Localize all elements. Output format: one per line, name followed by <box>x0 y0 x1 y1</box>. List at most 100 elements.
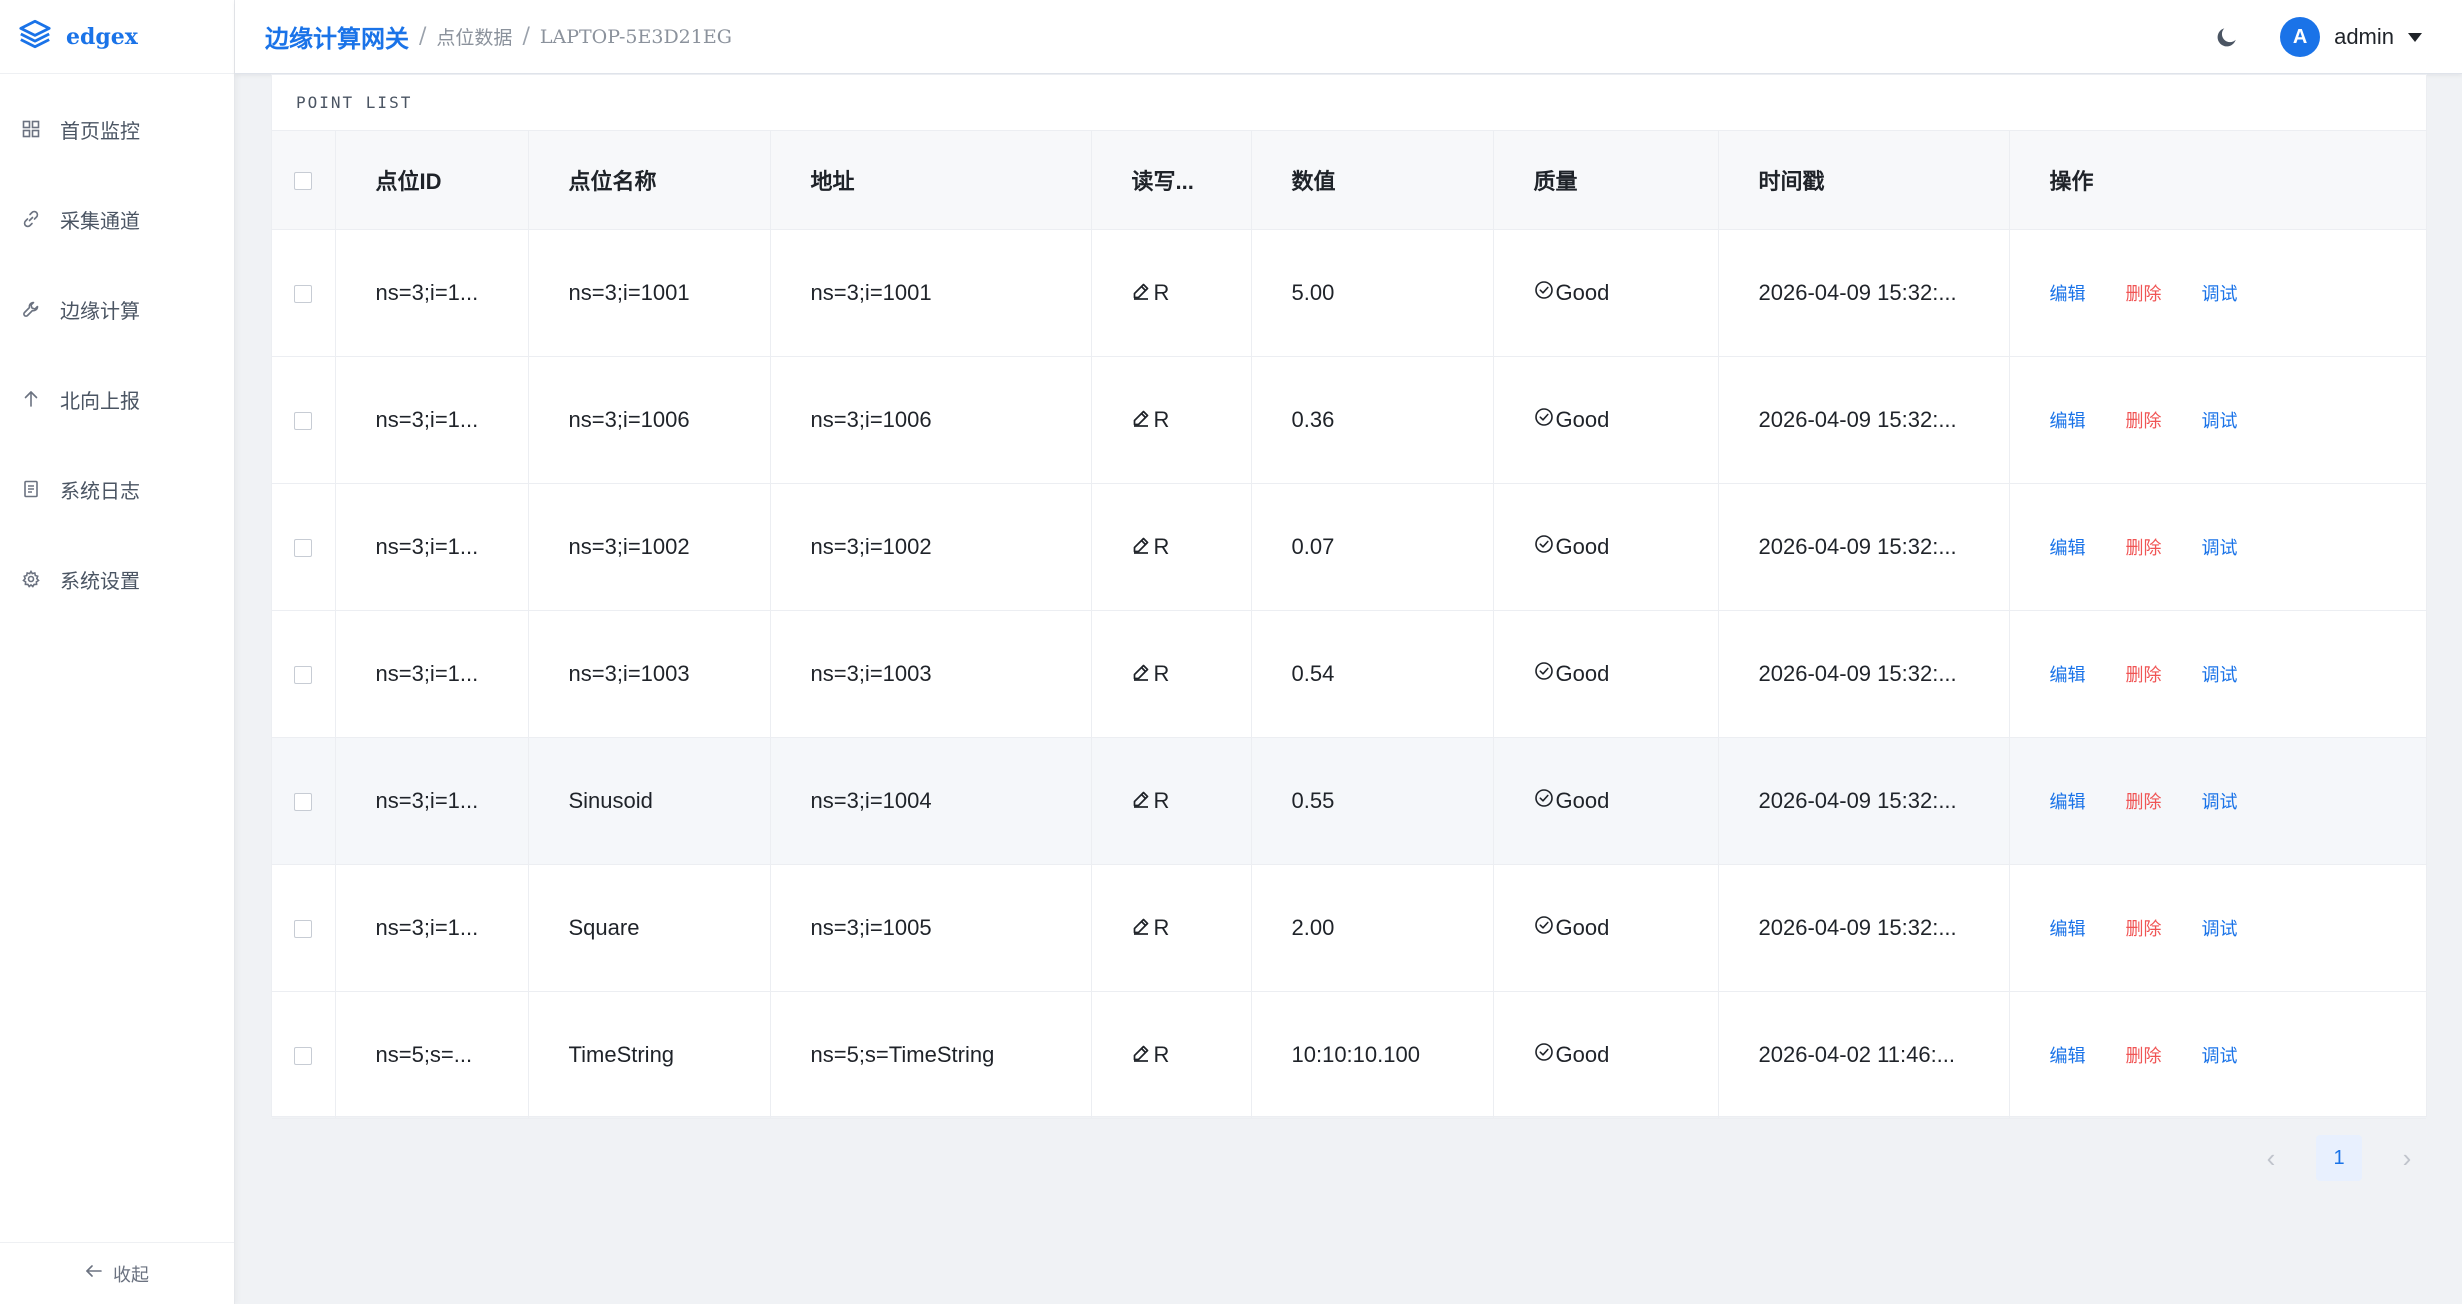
page-number[interactable]: 1 <box>2316 1135 2362 1181</box>
edit-button[interactable]: 编辑 <box>2050 661 2086 687</box>
delete-button[interactable]: 删除 <box>2126 407 2162 433</box>
debug-button[interactable]: 调试 <box>2202 534 2238 560</box>
table-body: ns=3;i=1... ns=3;i=1001 ns=3;i=1001 R 5.00 Go… <box>272 229 2426 1119</box>
app-root: edgex 首页监控 采集通道 边缘计算 北向上报 系统日志 系统设置 收起 边… <box>0 0 2462 1304</box>
breadcrumb-root[interactable]: 边缘计算网关 <box>265 19 409 54</box>
pen-icon <box>1132 534 1150 560</box>
username: admin <box>2334 24 2394 49</box>
timestamp-cell: 2026-04-09 15:32:... <box>1718 356 2010 484</box>
prev-page-icon[interactable]: ‹ <box>2256 1138 2286 1178</box>
row-checkbox[interactable] <box>294 284 312 303</box>
table-row[interactable]: ns=3;i=1... ns=3;i=1006 ns=3;i=1006 R 0.36 Go… <box>272 356 2426 484</box>
sidebar-item-dashboard[interactable]: 首页监控 <box>0 84 234 174</box>
row-checkbox[interactable] <box>294 411 312 430</box>
arrow-left-icon <box>85 1262 103 1285</box>
sidebar-item-edge-compute[interactable]: 边缘计算 <box>0 264 234 354</box>
rw-value: R <box>1153 787 1170 813</box>
next-page-icon[interactable]: › <box>2392 1138 2422 1178</box>
pen-icon <box>1132 407 1150 433</box>
table-row[interactable]: ns=3;i=1... Square ns=3;i=1005 R 2.00 Good 202… <box>272 864 2426 992</box>
row-checkbox[interactable] <box>294 538 312 557</box>
edit-button[interactable]: 编辑 <box>2050 788 2086 814</box>
column-header[interactable]: 时间戳 <box>1718 131 2010 230</box>
point-name-cell: Sinusoid <box>528 737 771 865</box>
app-name: edgex <box>66 23 138 50</box>
edit-button[interactable]: 编辑 <box>2050 407 2086 433</box>
rw-cell: R <box>1091 229 1252 357</box>
timestamp-cell: 2026-04-09 15:32:... <box>1718 864 2010 992</box>
debug-button[interactable]: 调试 <box>2202 1042 2238 1068</box>
arrow-up-icon <box>22 390 40 408</box>
column-header[interactable]: 点位ID <box>335 131 529 230</box>
edit-button[interactable]: 编辑 <box>2050 915 2086 941</box>
delete-button[interactable]: 删除 <box>2126 280 2162 306</box>
edit-button[interactable]: 编辑 <box>2050 280 2086 306</box>
value-cell: 0.54 <box>1251 610 1494 738</box>
column-header[interactable]: 质量 <box>1493 131 1719 230</box>
debug-button[interactable]: 调试 <box>2202 407 2238 433</box>
table-row[interactable]: ns=3;i=1... ns=3;i=1003 ns=3;i=1003 R 0.54 Go… <box>272 610 2426 738</box>
edit-button[interactable]: 编辑 <box>2050 534 2086 560</box>
address-cell: ns=3;i=1002 <box>770 483 1092 611</box>
edit-button[interactable]: 编辑 <box>2050 1042 2086 1068</box>
select-all-checkbox[interactable] <box>294 171 312 190</box>
table-row[interactable]: ns=3;i=1... ns=3;i=1002 ns=3;i=1002 R 0.07 Go… <box>272 483 2426 611</box>
value-cell: 2.00 <box>1251 864 1494 992</box>
sidebar-item-settings[interactable]: 系统设置 <box>0 534 234 624</box>
debug-button[interactable]: 调试 <box>2202 661 2238 687</box>
row-checkbox[interactable] <box>294 1046 312 1065</box>
breadcrumb-item[interactable]: 点位数据 <box>436 23 512 50</box>
point-name-cell: ns=3;i=1003 <box>528 610 771 738</box>
table-row[interactable]: ns=3;i=1... ns=3;i=1001 ns=3;i=1001 R 5.00 Go… <box>272 229 2426 357</box>
moon-icon[interactable] <box>2214 24 2240 50</box>
table-header-row: 点位ID 点位名称 地址 读写... 数值 质量 时间戳 操作 <box>272 131 2426 230</box>
top-header: 边缘计算网关 / 点位数据 / LAPTOP-5E3D21EG A admin <box>235 0 2462 74</box>
debug-button[interactable]: 调试 <box>2202 915 2238 941</box>
delete-button[interactable]: 删除 <box>2126 788 2162 814</box>
debug-button[interactable]: 调试 <box>2202 280 2238 306</box>
rw-cell: R <box>1091 737 1252 865</box>
row-select-cell <box>272 610 336 738</box>
delete-button[interactable]: 删除 <box>2126 915 2162 941</box>
row-select-cell <box>272 483 336 611</box>
delete-button[interactable]: 删除 <box>2126 661 2162 687</box>
column-header[interactable]: 读写... <box>1091 131 1252 230</box>
point-id-cell: ns=5;s=... <box>335 991 529 1119</box>
sidebar-item-channels[interactable]: 采集通道 <box>0 174 234 264</box>
check-circle-icon <box>1534 280 1554 306</box>
row-checkbox[interactable] <box>294 792 312 811</box>
row-checkbox[interactable] <box>294 919 312 938</box>
column-header[interactable]: 点位名称 <box>528 131 771 230</box>
table-row[interactable]: ns=3;i=1... Sinusoid ns=3;i=1004 R 0.55 Good 2… <box>272 737 2426 865</box>
column-header[interactable]: 地址 <box>770 131 1092 230</box>
table-row[interactable]: ns=5;s=... TimeString ns=5;s=TimeString R 10… <box>272 991 2426 1119</box>
debug-button[interactable]: 调试 <box>2202 788 2238 814</box>
timestamp-cell: 2026-04-09 15:32:... <box>1718 737 2010 865</box>
sidebar-item-label: 北向上报 <box>60 390 140 413</box>
quality-value: Good <box>1555 914 1610 940</box>
sidebar-item-logs[interactable]: 系统日志 <box>0 444 234 534</box>
pen-icon <box>1132 915 1150 941</box>
collapse-button[interactable]: 收起 <box>0 1242 234 1304</box>
delete-button[interactable]: 删除 <box>2126 534 2162 560</box>
rw-value: R <box>1153 279 1170 305</box>
logo[interactable]: edgex <box>0 0 234 74</box>
point-id-cell: ns=3;i=1... <box>335 356 529 484</box>
user-menu[interactable]: A admin <box>2280 17 2422 57</box>
delete-button[interactable]: 删除 <box>2126 1042 2162 1068</box>
wrench-icon <box>22 300 40 318</box>
quality-cell: Good <box>1493 864 1719 992</box>
quality-value: Good <box>1555 279 1610 305</box>
point-name-cell: ns=3;i=1002 <box>528 483 771 611</box>
sidebar-item-northbound[interactable]: 北向上报 <box>0 354 234 444</box>
column-header[interactable]: 数值 <box>1251 131 1494 230</box>
rw-cell: R <box>1091 483 1252 611</box>
actions-cell: 编辑 删除 调试 <box>2009 610 2426 738</box>
document-icon <box>22 480 40 498</box>
actions-cell: 编辑 删除 调试 <box>2009 737 2426 865</box>
address-cell: ns=3;i=1006 <box>770 356 1092 484</box>
rw-value: R <box>1153 533 1170 559</box>
rw-cell: R <box>1091 610 1252 738</box>
row-checkbox[interactable] <box>294 665 312 684</box>
point-name-cell: ns=3;i=1006 <box>528 356 771 484</box>
